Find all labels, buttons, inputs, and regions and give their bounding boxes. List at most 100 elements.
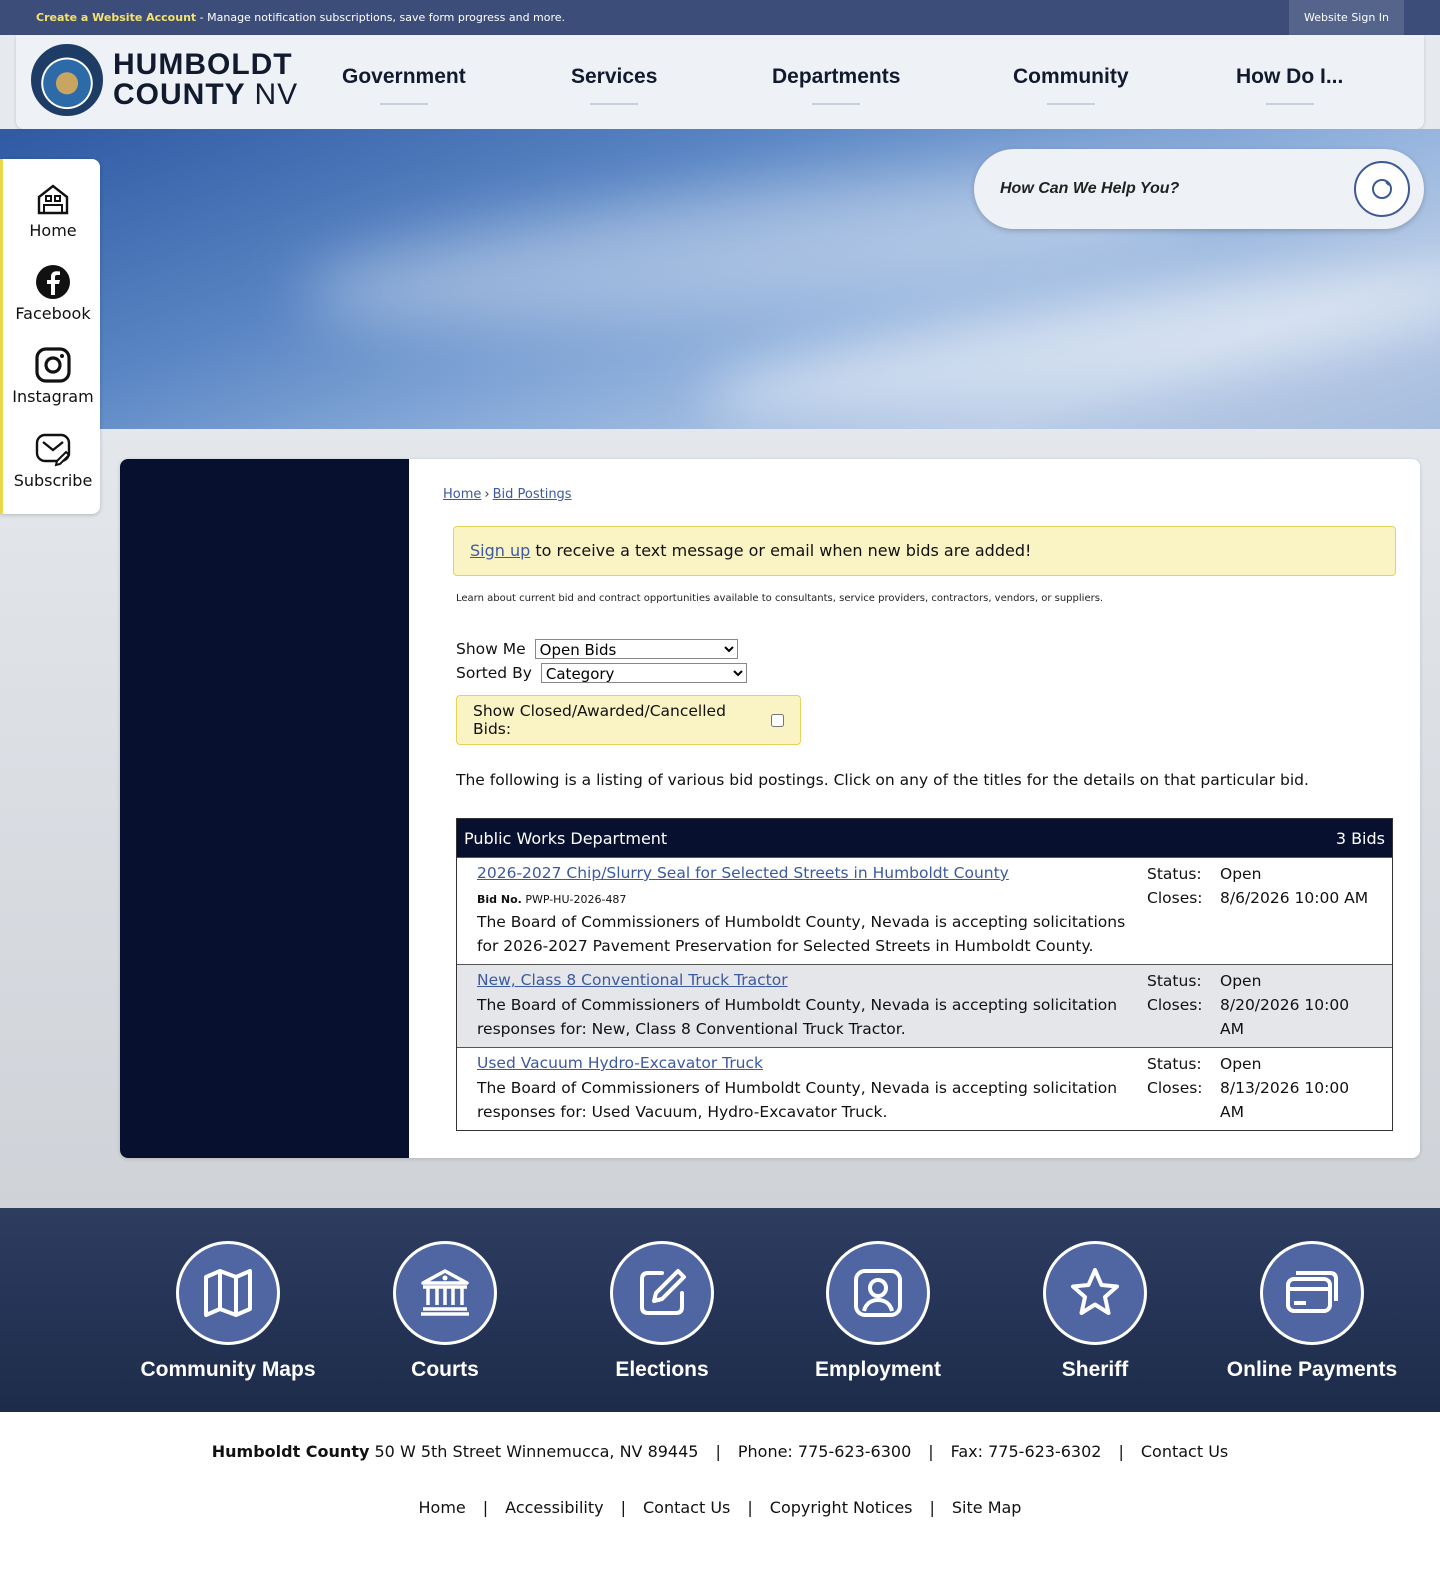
bid-title-link[interactable]: 2026-2027 Chip/Slurry Seal for Selected …	[477, 864, 1009, 882]
quick-link-elections[interactable]: Elections	[547, 1241, 777, 1382]
social-subscribe-label: Subscribe	[13, 471, 93, 490]
bid-number-label: Bid No.	[477, 893, 522, 906]
breadcrumb-home[interactable]: Home	[443, 487, 481, 502]
show-closed-box: Show Closed/Awarded/Cancelled Bids:	[456, 695, 801, 745]
footer-contact-us-link[interactable]: Contact Us	[1141, 1442, 1228, 1461]
site-logo[interactable]: HUMBOLDT COUNTY NV	[31, 44, 298, 116]
bid-table: Public Works Department 3 Bids 2026-2027…	[456, 818, 1393, 1131]
signup-alert: Sign up to receive a text message or ema…	[453, 526, 1396, 576]
quick-link-community-maps[interactable]: Community Maps	[113, 1241, 343, 1382]
table-row: Used Vacuum Hydro-Excavator Truck The Bo…	[457, 1047, 1392, 1130]
quick-link-label: Employment	[814, 1358, 942, 1381]
bid-description: The Board of Commissioners of Humboldt C…	[477, 913, 1126, 955]
footer-link-copyright[interactable]: Copyright Notices	[770, 1498, 913, 1517]
county-seal-icon	[31, 44, 103, 116]
social-home-label: Home	[29, 221, 77, 240]
footer-separator: |	[929, 1498, 935, 1517]
footer-separator: |	[482, 1498, 489, 1517]
left-sidebar-panel	[120, 459, 409, 1158]
social-facebook-label: Facebook	[15, 304, 91, 323]
footer-separator: |	[928, 1442, 934, 1461]
footer-fax: Fax: 775-623-6302	[950, 1442, 1102, 1461]
home-icon	[37, 184, 69, 215]
search-icon	[1372, 179, 1392, 199]
show-me-select[interactable]: Open Bids	[534, 639, 738, 659]
bid-table-header: Public Works Department 3 Bids	[457, 819, 1392, 857]
person-icon	[854, 1269, 902, 1317]
footer-link-contact-us[interactable]: Contact Us	[643, 1498, 730, 1517]
footer-separator: |	[747, 1498, 753, 1517]
bid-number: Bid No. PWP-HU-2026-487	[477, 893, 626, 906]
site-footer: Humboldt County 50 W 5th Street Winnemuc…	[0, 1412, 1440, 1589]
sign-up-link[interactable]: Sign up	[470, 541, 530, 560]
quick-link-label: Online Payments	[1226, 1358, 1398, 1381]
intro-text: Learn about current bid and contract opp…	[456, 593, 1104, 604]
nav-community-label: Community	[1013, 65, 1129, 88]
footer-org-name: Humboldt County	[211, 1442, 370, 1461]
breadcrumb-bid-postings[interactable]: Bid Postings	[493, 487, 572, 502]
show-closed-label: Show Closed/Awarded/Cancelled Bids:	[473, 702, 726, 738]
nav-departments[interactable]: Departments	[772, 65, 900, 105]
footer-link-accessibility[interactable]: Accessibility	[505, 1498, 603, 1517]
logo-state: NV	[254, 78, 299, 111]
nav-departments-label: Departments	[772, 65, 901, 88]
sorted-by-label: Sorted By	[456, 664, 532, 682]
map-icon	[204, 1269, 252, 1317]
social-instagram-label: Instagram	[12, 387, 94, 406]
quick-link-label: Courts	[411, 1358, 479, 1381]
logo-line-2: COUNTY NV	[113, 80, 298, 110]
quick-link-employment[interactable]: Employment	[763, 1241, 993, 1382]
footer-link-home[interactable]: Home	[419, 1498, 466, 1517]
footer-link-site-map[interactable]: Site Map	[952, 1498, 1022, 1517]
nav-government[interactable]: Government	[342, 65, 466, 105]
nav-services[interactable]: Services	[571, 65, 657, 105]
quick-link-online-payments[interactable]: Online Payments	[1197, 1241, 1427, 1382]
status-value: Open	[1220, 865, 1262, 883]
footer-links-row: Home | Accessibility | Contact Us | Copy…	[0, 1498, 1440, 1517]
quick-link-courts[interactable]: Courts	[330, 1241, 560, 1382]
bid-description: The Board of Commissioners of Humboldt C…	[477, 996, 1118, 1038]
site-header: HUMBOLDT COUNTY NV Government Services D…	[16, 35, 1424, 129]
bid-title-link[interactable]: New, Class 8 Conventional Truck Tractor	[477, 971, 788, 989]
social-instagram[interactable]: Instagram	[3, 347, 103, 406]
card-icon	[1286, 1271, 1338, 1313]
footer-separator: |	[715, 1442, 721, 1461]
show-closed-checkbox[interactable]	[771, 713, 784, 727]
account-message: Create a Website Account - Manage notifi…	[36, 11, 565, 24]
search-button[interactable]	[1354, 161, 1410, 217]
site-search	[974, 149, 1424, 229]
subscribe-icon	[35, 433, 71, 467]
footer-separator: |	[1118, 1442, 1124, 1461]
bid-title-link[interactable]: Used Vacuum Hydro-Excavator Truck	[477, 1054, 763, 1072]
quick-link-sheriff[interactable]: Sheriff	[980, 1241, 1210, 1382]
status-label: Status:	[1147, 972, 1202, 990]
logo-county: COUNTY	[113, 78, 246, 111]
nav-how-do-i[interactable]: How Do I...	[1236, 65, 1343, 105]
closes-value: 8/20/2026 10:00 AM	[1220, 996, 1350, 1038]
website-sign-in-button[interactable]: Website Sign In	[1289, 0, 1404, 35]
quick-link-label: Sheriff	[1061, 1358, 1129, 1381]
social-home[interactable]: Home	[3, 181, 103, 240]
listing-description: The following is a listing of various bi…	[456, 771, 1309, 789]
edit-icon	[640, 1269, 686, 1315]
nav-community[interactable]: Community	[1013, 65, 1129, 105]
bid-count: 3 Bids	[1335, 828, 1385, 848]
search-input[interactable]	[1000, 171, 1330, 207]
quick-links: Community Maps Courts Elections Employme…	[0, 1208, 1440, 1412]
logo-line-1: HUMBOLDT	[113, 48, 293, 81]
nav-how-do-i-label: How Do I...	[1236, 65, 1344, 88]
instagram-icon	[35, 347, 71, 383]
closes-value: 8/13/2026 10:00 AM	[1220, 1079, 1350, 1121]
show-me-label: Show Me	[456, 640, 526, 658]
sorted-by-select[interactable]: Category	[540, 663, 747, 683]
social-subscribe[interactable]: Subscribe	[3, 431, 103, 490]
footer-contact-row: Humboldt County 50 W 5th Street Winnemuc…	[0, 1442, 1440, 1461]
social-facebook[interactable]: Facebook	[3, 264, 103, 323]
content-card: Home › Bid Postings Sign up to receive a t…	[120, 459, 1420, 1158]
department-name: Public Works Department	[464, 828, 668, 848]
account-message-text: - Manage notification subscriptions, sav…	[196, 11, 566, 24]
status-label: Status:	[1147, 865, 1202, 883]
create-account-link[interactable]: Create a Website Account	[36, 11, 196, 24]
sorted-by-field: Sorted By Category	[456, 663, 747, 683]
status-value: Open	[1220, 1055, 1262, 1073]
